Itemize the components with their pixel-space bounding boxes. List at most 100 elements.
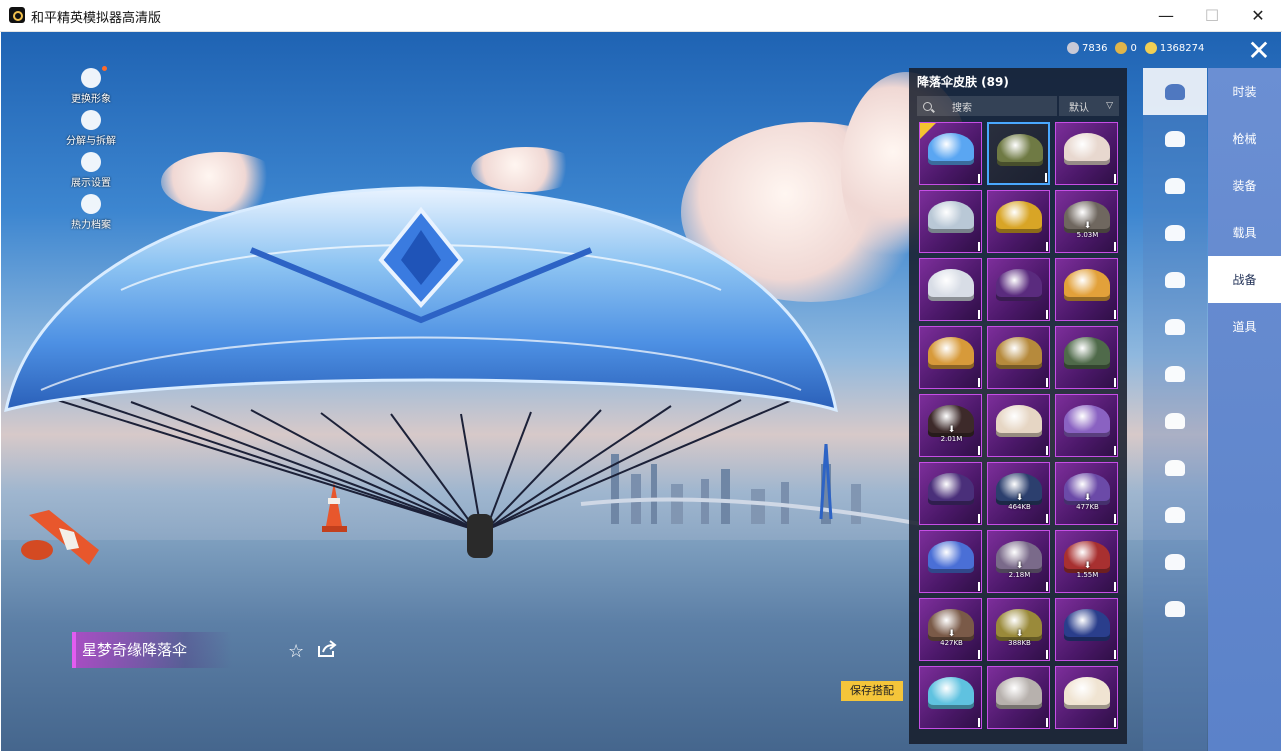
tab-4[interactable]: 战备 bbox=[1208, 256, 1281, 303]
maximize-button[interactable]: ☐ bbox=[1189, 0, 1235, 31]
change-appearance-button[interactable]: 更换形象 bbox=[61, 66, 121, 110]
skin-item[interactable] bbox=[987, 190, 1050, 253]
parachute-thumbnail bbox=[1064, 609, 1110, 641]
skin-item[interactable]: 5.03M ⬇ bbox=[1055, 190, 1118, 253]
tab-3[interactable]: 载具 bbox=[1208, 209, 1281, 256]
left-menu-label: 更换形象 bbox=[71, 94, 111, 105]
category-icon-button[interactable] bbox=[1143, 256, 1207, 303]
window-title: 和平精英模拟器高清版 bbox=[31, 11, 162, 26]
category-icon-bar bbox=[1143, 68, 1207, 751]
skin-item[interactable] bbox=[919, 258, 982, 321]
skin-item[interactable] bbox=[919, 326, 982, 389]
download-size: 1.55M bbox=[1076, 571, 1099, 579]
minimize-button[interactable]: — bbox=[1143, 0, 1189, 31]
category-icon-button[interactable] bbox=[1143, 162, 1207, 209]
category-icon-button[interactable] bbox=[1143, 115, 1207, 162]
favorite-star-icon[interactable]: ☆ bbox=[288, 641, 304, 662]
skin-item[interactable] bbox=[987, 326, 1050, 389]
rarity-mark bbox=[1046, 310, 1048, 319]
currency-value: 7836 bbox=[1082, 42, 1108, 54]
premium-coin-icon bbox=[1067, 42, 1079, 54]
parachute-thumbnail bbox=[1064, 337, 1110, 369]
left-menu-label: 展示设置 bbox=[71, 178, 111, 189]
speaker-icon bbox=[1165, 318, 1185, 335]
search-input[interactable]: 搜索 bbox=[917, 96, 1057, 116]
save-outfit-button[interactable]: 保存搭配 bbox=[841, 681, 903, 701]
skin-item[interactable] bbox=[987, 666, 1050, 729]
search-placeholder: 搜索 bbox=[952, 102, 972, 114]
skin-item[interactable] bbox=[919, 122, 982, 185]
download-icon: ⬇ bbox=[1015, 629, 1024, 639]
skin-item[interactable] bbox=[1055, 122, 1118, 185]
sparkle-icon bbox=[1165, 553, 1185, 570]
tab-1[interactable]: 枪械 bbox=[1208, 115, 1281, 162]
rarity-mark bbox=[1114, 718, 1116, 727]
skin-item[interactable] bbox=[1055, 258, 1118, 321]
skin-item[interactable] bbox=[919, 462, 982, 525]
category-icon-button[interactable] bbox=[1143, 491, 1207, 538]
category-icon-button[interactable] bbox=[1143, 350, 1207, 397]
category-icon-button[interactable] bbox=[1143, 538, 1207, 585]
rarity-mark bbox=[1046, 514, 1048, 523]
category-icon-button[interactable] bbox=[1143, 68, 1207, 115]
download-size: 2.18M bbox=[1008, 571, 1031, 579]
close-icon[interactable]: ✕ bbox=[1244, 37, 1274, 66]
share-icon[interactable] bbox=[317, 640, 337, 658]
skin-item[interactable] bbox=[987, 258, 1050, 321]
app-icon bbox=[9, 7, 25, 23]
download-size: 2.01M bbox=[940, 435, 963, 443]
disassemble-button[interactable]: 分解与拆解 bbox=[61, 110, 121, 152]
parachute-thumbnail bbox=[1064, 133, 1110, 165]
parachute-thumbnail bbox=[996, 201, 1042, 233]
currency-premium: 7836 bbox=[1067, 42, 1107, 54]
skin-item[interactable]: 427KB ⬇ bbox=[919, 598, 982, 661]
tab-2[interactable]: 装备 bbox=[1208, 162, 1281, 209]
chat-icon bbox=[1165, 365, 1185, 382]
rarity-mark bbox=[978, 718, 980, 727]
category-icon-button[interactable] bbox=[1143, 209, 1207, 256]
skin-item[interactable]: 464KB ⬇ bbox=[987, 462, 1050, 525]
skin-item[interactable] bbox=[1055, 666, 1118, 729]
tab-0[interactable]: 时装 bbox=[1208, 68, 1281, 115]
heat-archive-button[interactable]: 热力档案 bbox=[61, 194, 121, 236]
category-icon-button[interactable] bbox=[1143, 303, 1207, 350]
search-icon bbox=[923, 101, 932, 111]
skin-item[interactable]: 388KB ⬇ bbox=[987, 598, 1050, 661]
category-icon-button[interactable] bbox=[1143, 397, 1207, 444]
download-icon: ⬇ bbox=[1015, 561, 1024, 571]
skin-item[interactable] bbox=[919, 190, 982, 253]
category-icon-button[interactable] bbox=[1143, 585, 1207, 632]
game-viewport: 更换形象 分解与拆解 展示设置 热力档案 7836 0 1368274 降落伞皮… bbox=[1, 32, 1281, 751]
currency-value: 1368274 bbox=[1159, 42, 1205, 54]
skin-item[interactable]: 2.18M ⬇ bbox=[987, 530, 1050, 593]
panel-title: 降落伞皮肤 (89) bbox=[917, 75, 1009, 89]
skin-item[interactable] bbox=[919, 530, 982, 593]
tab-5[interactable]: 道具 bbox=[1208, 303, 1281, 350]
rarity-mark bbox=[1114, 242, 1116, 251]
download-size: 477KB bbox=[1076, 503, 1099, 511]
skin-item[interactable] bbox=[1055, 598, 1118, 661]
rarity-mark bbox=[978, 242, 980, 251]
download-size: 5.03M bbox=[1076, 231, 1099, 239]
skin-item[interactable] bbox=[919, 666, 982, 729]
download-icon: ⬇ bbox=[1083, 493, 1092, 503]
close-window-button[interactable]: ✕ bbox=[1235, 0, 1281, 31]
category-icon-button[interactable] bbox=[1143, 444, 1207, 491]
skin-item[interactable]: 2.01M ⬇ bbox=[919, 394, 982, 457]
skin-item[interactable]: 1.55M ⬇ bbox=[1055, 530, 1118, 593]
skin-item[interactable] bbox=[987, 122, 1050, 185]
robot-icon bbox=[1165, 271, 1185, 288]
parachute-thumbnail bbox=[928, 337, 974, 369]
left-menu-label: 热力档案 bbox=[71, 220, 111, 231]
skin-item[interactable] bbox=[1055, 394, 1118, 457]
parachute-thumbnail bbox=[996, 337, 1042, 369]
rarity-mark bbox=[1114, 582, 1116, 591]
skin-item[interactable] bbox=[1055, 326, 1118, 389]
download-icon: ⬇ bbox=[1083, 221, 1092, 231]
display-settings-button[interactable]: 展示设置 bbox=[61, 152, 121, 194]
download-icon: ⬇ bbox=[1083, 561, 1092, 571]
currency-gold: 1368274 bbox=[1144, 42, 1205, 54]
skin-item[interactable]: 477KB ⬇ bbox=[1055, 462, 1118, 525]
skin-item[interactable] bbox=[987, 394, 1050, 457]
sort-dropdown[interactable]: 默认 ▽ bbox=[1059, 96, 1119, 116]
